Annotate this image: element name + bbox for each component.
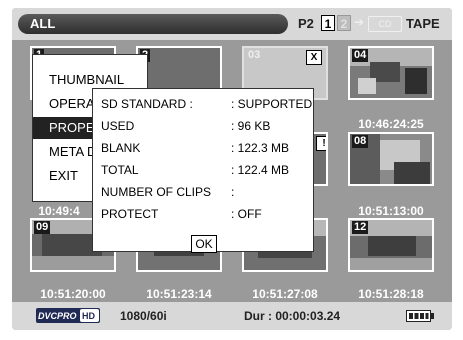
property-label: USED	[101, 119, 135, 133]
clip-thumbnail-12[interactable]: 12	[348, 218, 434, 272]
mode-label: ALL	[18, 14, 288, 34]
logo-text: DVCPRO	[38, 311, 77, 321]
property-label: SD STANDARD :	[101, 97, 193, 111]
clip-number: 03	[248, 49, 261, 61]
clip-timecode-04: 10:46:24:25	[358, 117, 424, 131]
clip-number: 12	[352, 221, 369, 234]
property-value: : 122.4 MB	[231, 163, 290, 177]
property-label: BLANK	[101, 141, 141, 155]
property-label: NUMBER OF CLIPS	[101, 185, 212, 199]
clip-number: 09	[34, 221, 51, 234]
cd-icon: CD	[368, 16, 402, 32]
property-value: : 122.3 MB	[231, 141, 290, 155]
video-format: 1080/60i	[120, 309, 167, 323]
clip-thumbnail-08[interactable]: 08	[348, 132, 434, 186]
slot-1-indicator: 1	[321, 15, 335, 31]
property-value: :	[231, 185, 235, 199]
logo-hd-text: HD	[82, 311, 95, 321]
viewfinder-screen: ALL P2 1 2 ➔ CD TAPE 1 2 03 X 04 !	[12, 8, 452, 330]
slot-2-indicator: 2	[337, 15, 351, 31]
clip-timecode-01: 10:49:4	[38, 204, 80, 218]
bottom-status-bar: DVCPRO HD 1080/60i Dur : 00:00:03.24	[12, 302, 452, 330]
clip-timecode-11: 10:51:27:08	[252, 287, 318, 301]
clip-number: 04	[352, 49, 369, 62]
clip-timecode-09: 10:51:20:00	[40, 287, 106, 301]
ok-button[interactable]: OK	[191, 235, 217, 253]
clip-timecode-10: 10:51:23:14	[146, 287, 212, 301]
property-value: : 96 KB	[231, 119, 271, 133]
tape-label: TAPE	[406, 16, 440, 31]
property-value: : SUPPORTED	[231, 97, 313, 111]
top-status-bar: ALL P2 1 2 ➔ CD TAPE	[12, 8, 452, 40]
transfer-arrow-icon: ➔	[354, 15, 365, 29]
clip-timecode-08: 10:51:13:00	[358, 204, 424, 218]
property-label: PROTECT	[101, 207, 159, 221]
dvcpro-hd-logo-icon: DVCPRO HD	[36, 308, 100, 323]
property-dialog: SD STANDARD : : SUPPORTED USED : 96 KB B…	[92, 88, 314, 253]
battery-icon	[406, 310, 434, 322]
clip-number: 08	[352, 135, 369, 148]
property-label: TOTAL	[101, 163, 139, 177]
clip-timecode-12: 10:51:28:18	[358, 287, 424, 301]
defective-clip-x-icon: X	[306, 50, 322, 65]
warning-clip-icon: !	[316, 136, 326, 151]
clip-duration: Dur : 00:00:03.24	[244, 309, 341, 323]
property-value: : OFF	[231, 207, 262, 221]
clip-thumbnail-04[interactable]: 04	[348, 46, 434, 100]
source-label: P2	[298, 16, 314, 31]
